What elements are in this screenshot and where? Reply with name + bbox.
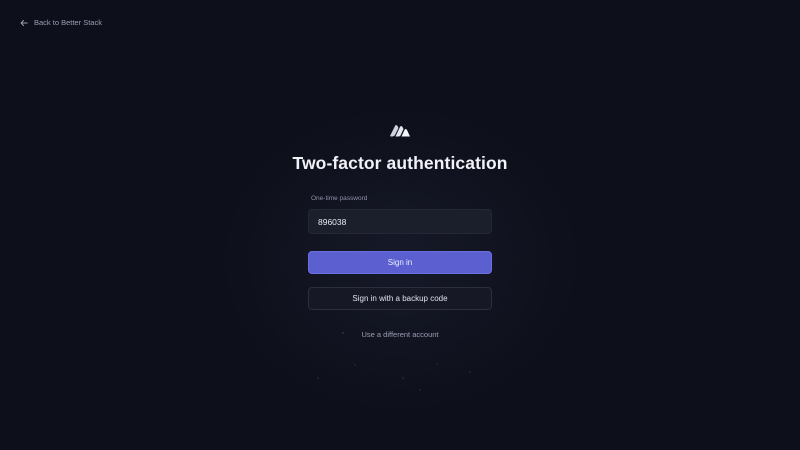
better-stack-logo-icon (390, 125, 410, 137)
otp-label: One-time password (311, 195, 368, 202)
different-account-link[interactable]: Use a different account (0, 330, 800, 339)
page-title: Two-factor authentication (292, 153, 508, 173)
arrow-left-icon (20, 19, 28, 27)
otp-input[interactable] (308, 209, 492, 234)
login-page: Back to Better Stack Two-factor authenti… (0, 0, 800, 450)
sign-in-button[interactable]: Sign in (308, 251, 492, 274)
back-link-label: Back to Better Stack (34, 18, 102, 27)
backup-code-button[interactable]: Sign in with a backup code (308, 287, 492, 310)
back-to-better-stack-link[interactable]: Back to Better Stack (20, 18, 102, 27)
